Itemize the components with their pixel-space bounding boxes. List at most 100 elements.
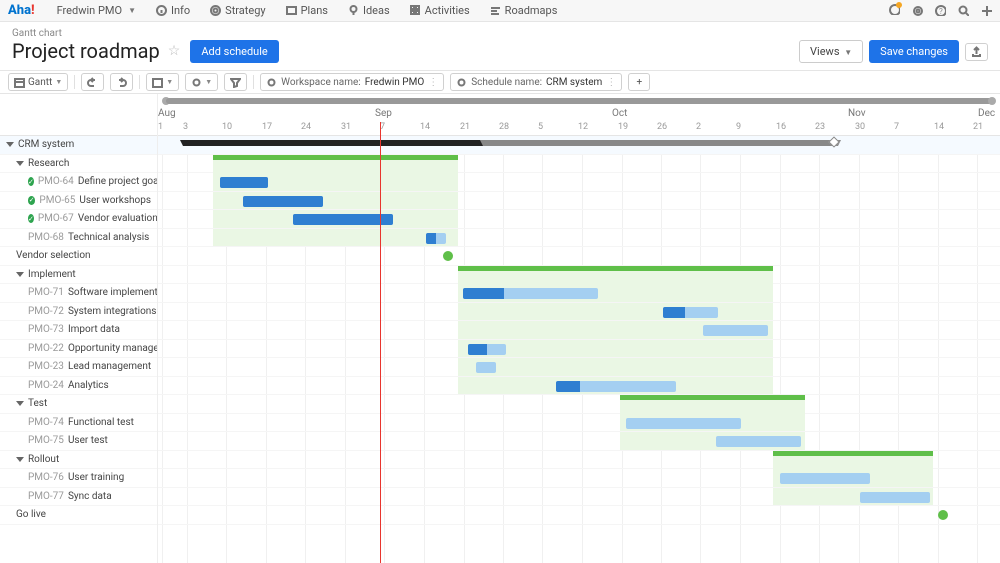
undo-button[interactable] (81, 73, 104, 91)
group-bar[interactable] (458, 266, 773, 271)
task-row[interactable]: PMO-68Technical analysis (0, 229, 157, 248)
task-row[interactable]: PMO-22Opportunity management (0, 340, 157, 359)
schedule-filter-chip[interactable]: Schedule name: CRM system ⋮ (450, 73, 622, 91)
task-bar[interactable] (626, 418, 741, 429)
gantt-row[interactable] (158, 266, 1000, 285)
task-row[interactable]: Vendor selection (0, 247, 157, 266)
gantt-row[interactable] (158, 155, 1000, 174)
drag-handle-icon[interactable]: ⋮ (428, 77, 438, 88)
gear-icon[interactable] (912, 5, 923, 16)
filter-button[interactable] (224, 73, 247, 91)
search-icon[interactable] (958, 5, 969, 16)
task-row[interactable]: PMO-24Analytics (0, 377, 157, 396)
gantt-row[interactable] (158, 192, 1000, 211)
nav-info[interactable]: Info (146, 0, 200, 21)
summary-bar[interactable] (483, 140, 838, 146)
gantt-row[interactable] (158, 321, 1000, 340)
redo-button[interactable] (110, 73, 133, 91)
expand-caret-icon[interactable] (16, 272, 24, 277)
task-row[interactable]: Test (0, 395, 157, 414)
expand-caret-icon[interactable] (16, 401, 24, 406)
gantt-row[interactable] (158, 451, 1000, 470)
gantt-row[interactable] (158, 506, 1000, 525)
nav-ideas[interactable]: Ideas (338, 0, 400, 21)
task-bar[interactable] (426, 233, 446, 244)
share-button[interactable] (965, 43, 988, 61)
milestone-marker[interactable] (938, 510, 948, 520)
task-bar[interactable] (663, 307, 718, 318)
task-row[interactable]: Go live (0, 506, 157, 525)
group-bar[interactable] (620, 395, 805, 400)
task-bar[interactable] (220, 177, 268, 188)
add-filter-button[interactable]: + (628, 73, 650, 91)
nav-roadmaps[interactable]: Roadmaps (480, 0, 568, 21)
gantt-chart-panel[interactable]: AugSepOctNovDec 131017243171421285121926… (158, 94, 1000, 563)
gantt-row[interactable] (158, 247, 1000, 266)
gantt-row[interactable] (158, 173, 1000, 192)
milestone-marker[interactable] (443, 251, 453, 261)
gantt-row[interactable] (158, 358, 1000, 377)
task-row[interactable]: PMO-71Software implementation (0, 284, 157, 303)
group-bar[interactable] (773, 451, 933, 456)
settings-dropdown[interactable]: ▼ (185, 73, 218, 91)
expand-caret-icon[interactable] (6, 142, 14, 147)
task-bar[interactable] (703, 325, 768, 336)
gantt-row[interactable] (158, 469, 1000, 488)
task-row[interactable]: ✓PMO-67Vendor evaluation (0, 210, 157, 229)
gantt-row[interactable] (158, 432, 1000, 451)
gantt-row[interactable] (158, 303, 1000, 322)
task-row[interactable]: PMO-73Import data (0, 321, 157, 340)
views-button[interactable]: Views ▼ (799, 40, 863, 63)
workspace-filter-chip[interactable]: Workspace name: Fredwin PMO ⋮ (260, 73, 444, 91)
nav-plans[interactable]: Plans (276, 0, 338, 21)
task-row[interactable]: PMO-77Sync data (0, 488, 157, 507)
add-icon[interactable] (981, 5, 992, 16)
notifications-button[interactable] (889, 4, 900, 18)
task-row[interactable]: Implement (0, 266, 157, 285)
task-row[interactable]: PMO-74Functional test (0, 414, 157, 433)
task-row[interactable]: PMO-76User training (0, 469, 157, 488)
nav-strategy[interactable]: Strategy (200, 0, 275, 21)
task-bar[interactable] (556, 381, 676, 392)
task-row[interactable]: Research (0, 155, 157, 174)
task-bar[interactable] (243, 196, 323, 207)
drag-handle-icon[interactable]: ⋮ (606, 77, 616, 88)
save-changes-button[interactable]: Save changes (869, 40, 959, 63)
task-bar[interactable] (860, 492, 930, 503)
task-row[interactable]: CRM system (0, 136, 157, 155)
gantt-row[interactable] (158, 414, 1000, 433)
task-bar[interactable] (468, 344, 506, 355)
add-schedule-button[interactable]: Add schedule (190, 40, 278, 63)
task-row[interactable]: PMO-72System integrations (0, 303, 157, 322)
favorite-star-icon[interactable]: ☆ (168, 43, 181, 59)
workspace-switcher[interactable]: Fredwin PMO ▼ (47, 0, 146, 21)
view-type-dropdown[interactable]: Gantt▼ (8, 73, 68, 91)
summary-bar[interactable] (183, 140, 483, 146)
gantt-row[interactable] (158, 284, 1000, 303)
task-row[interactable]: PMO-75User test (0, 432, 157, 451)
gantt-row[interactable] (158, 395, 1000, 414)
expand-caret-icon[interactable] (16, 457, 24, 462)
help-icon[interactable]: ? (935, 5, 946, 16)
task-row[interactable]: PMO-23Lead management (0, 358, 157, 377)
gantt-row[interactable] (158, 488, 1000, 507)
gantt-row[interactable] (158, 377, 1000, 396)
task-bar[interactable] (463, 288, 598, 299)
group-bar[interactable] (213, 155, 458, 160)
gantt-row[interactable] (158, 340, 1000, 359)
task-row[interactable]: ✓PMO-64Define project goals (0, 173, 157, 192)
horizontal-scrollbar[interactable] (158, 94, 1000, 108)
gantt-row[interactable] (158, 229, 1000, 248)
nav-activities[interactable]: Activities (400, 0, 480, 21)
date-range-button[interactable]: ▼ (146, 73, 179, 91)
task-bar[interactable] (780, 473, 870, 484)
task-row[interactable]: Rollout (0, 451, 157, 470)
expand-caret-icon[interactable] (16, 161, 24, 166)
task-bar[interactable] (293, 214, 393, 225)
task-bar[interactable] (476, 362, 496, 373)
task-row[interactable]: ✓PMO-65User workshops (0, 192, 157, 211)
gantt-row[interactable] (158, 210, 1000, 229)
gantt-row[interactable] (158, 136, 1000, 155)
task-bar[interactable] (716, 436, 801, 447)
task-label: Technical analysis (68, 232, 149, 243)
